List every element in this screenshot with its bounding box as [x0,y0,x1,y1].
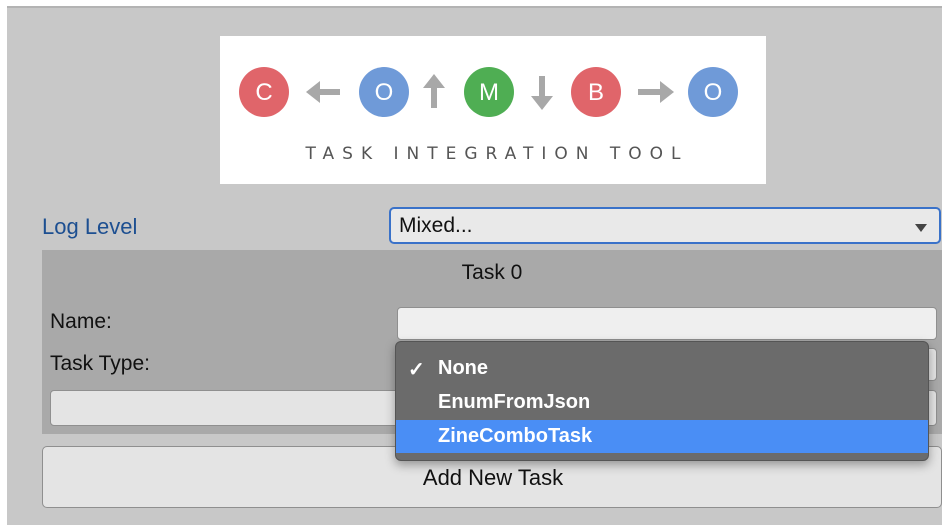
dropdown-option-zinecombotask[interactable]: ZineComboTask [396,420,928,453]
arrow-left-icon [306,81,340,103]
name-label: Name: [50,310,112,333]
logo-letter-b: B [588,79,604,106]
logo-letter-circle-b: B [571,67,621,117]
logo-letter-o-end: O [704,79,723,106]
arrow-down-icon [531,76,553,110]
logo-letter-c: C [255,79,272,106]
logo-subtitle: TASK INTEGRATION TOOL [305,144,689,164]
logo-letter-circle-m: M [464,67,514,117]
dropdown-option-none[interactable]: ✓ None [396,352,928,385]
logo-letter-circle-c: C [239,67,289,117]
task-header: Task 0 [461,261,523,284]
combo-logo: C O M B O TASK INTEGRATION TOOL [220,36,766,184]
chevron-down-icon [915,224,927,232]
logo-letter-m: M [479,79,499,106]
task-type-dropdown-menu: ✓ None EnumFromJson ZineComboTask [395,341,929,461]
log-level-value: Mixed... [399,214,473,237]
task-name-input[interactable] [397,307,937,340]
arrow-right-icon [638,81,674,103]
checkmark-icon: ✓ [408,359,425,381]
dropdown-option-enumfromjson[interactable]: EnumFromJson [396,386,928,419]
arrow-up-icon [423,74,445,108]
logo-letter-o: O [375,79,394,106]
dropdown-option-label: EnumFromJson [438,391,591,413]
log-level-label: Log Level [42,214,138,239]
task-type-label: Task Type: [50,352,150,375]
logo-letter-circle-o-end: O [688,67,738,117]
dropdown-option-label: None [438,357,488,379]
log-level-dropdown[interactable]: Mixed... [389,207,941,244]
dropdown-option-label: ZineComboTask [438,425,593,447]
logo-letter-circle-o: O [359,67,409,117]
add-new-task-label: Add New Task [422,465,564,490]
